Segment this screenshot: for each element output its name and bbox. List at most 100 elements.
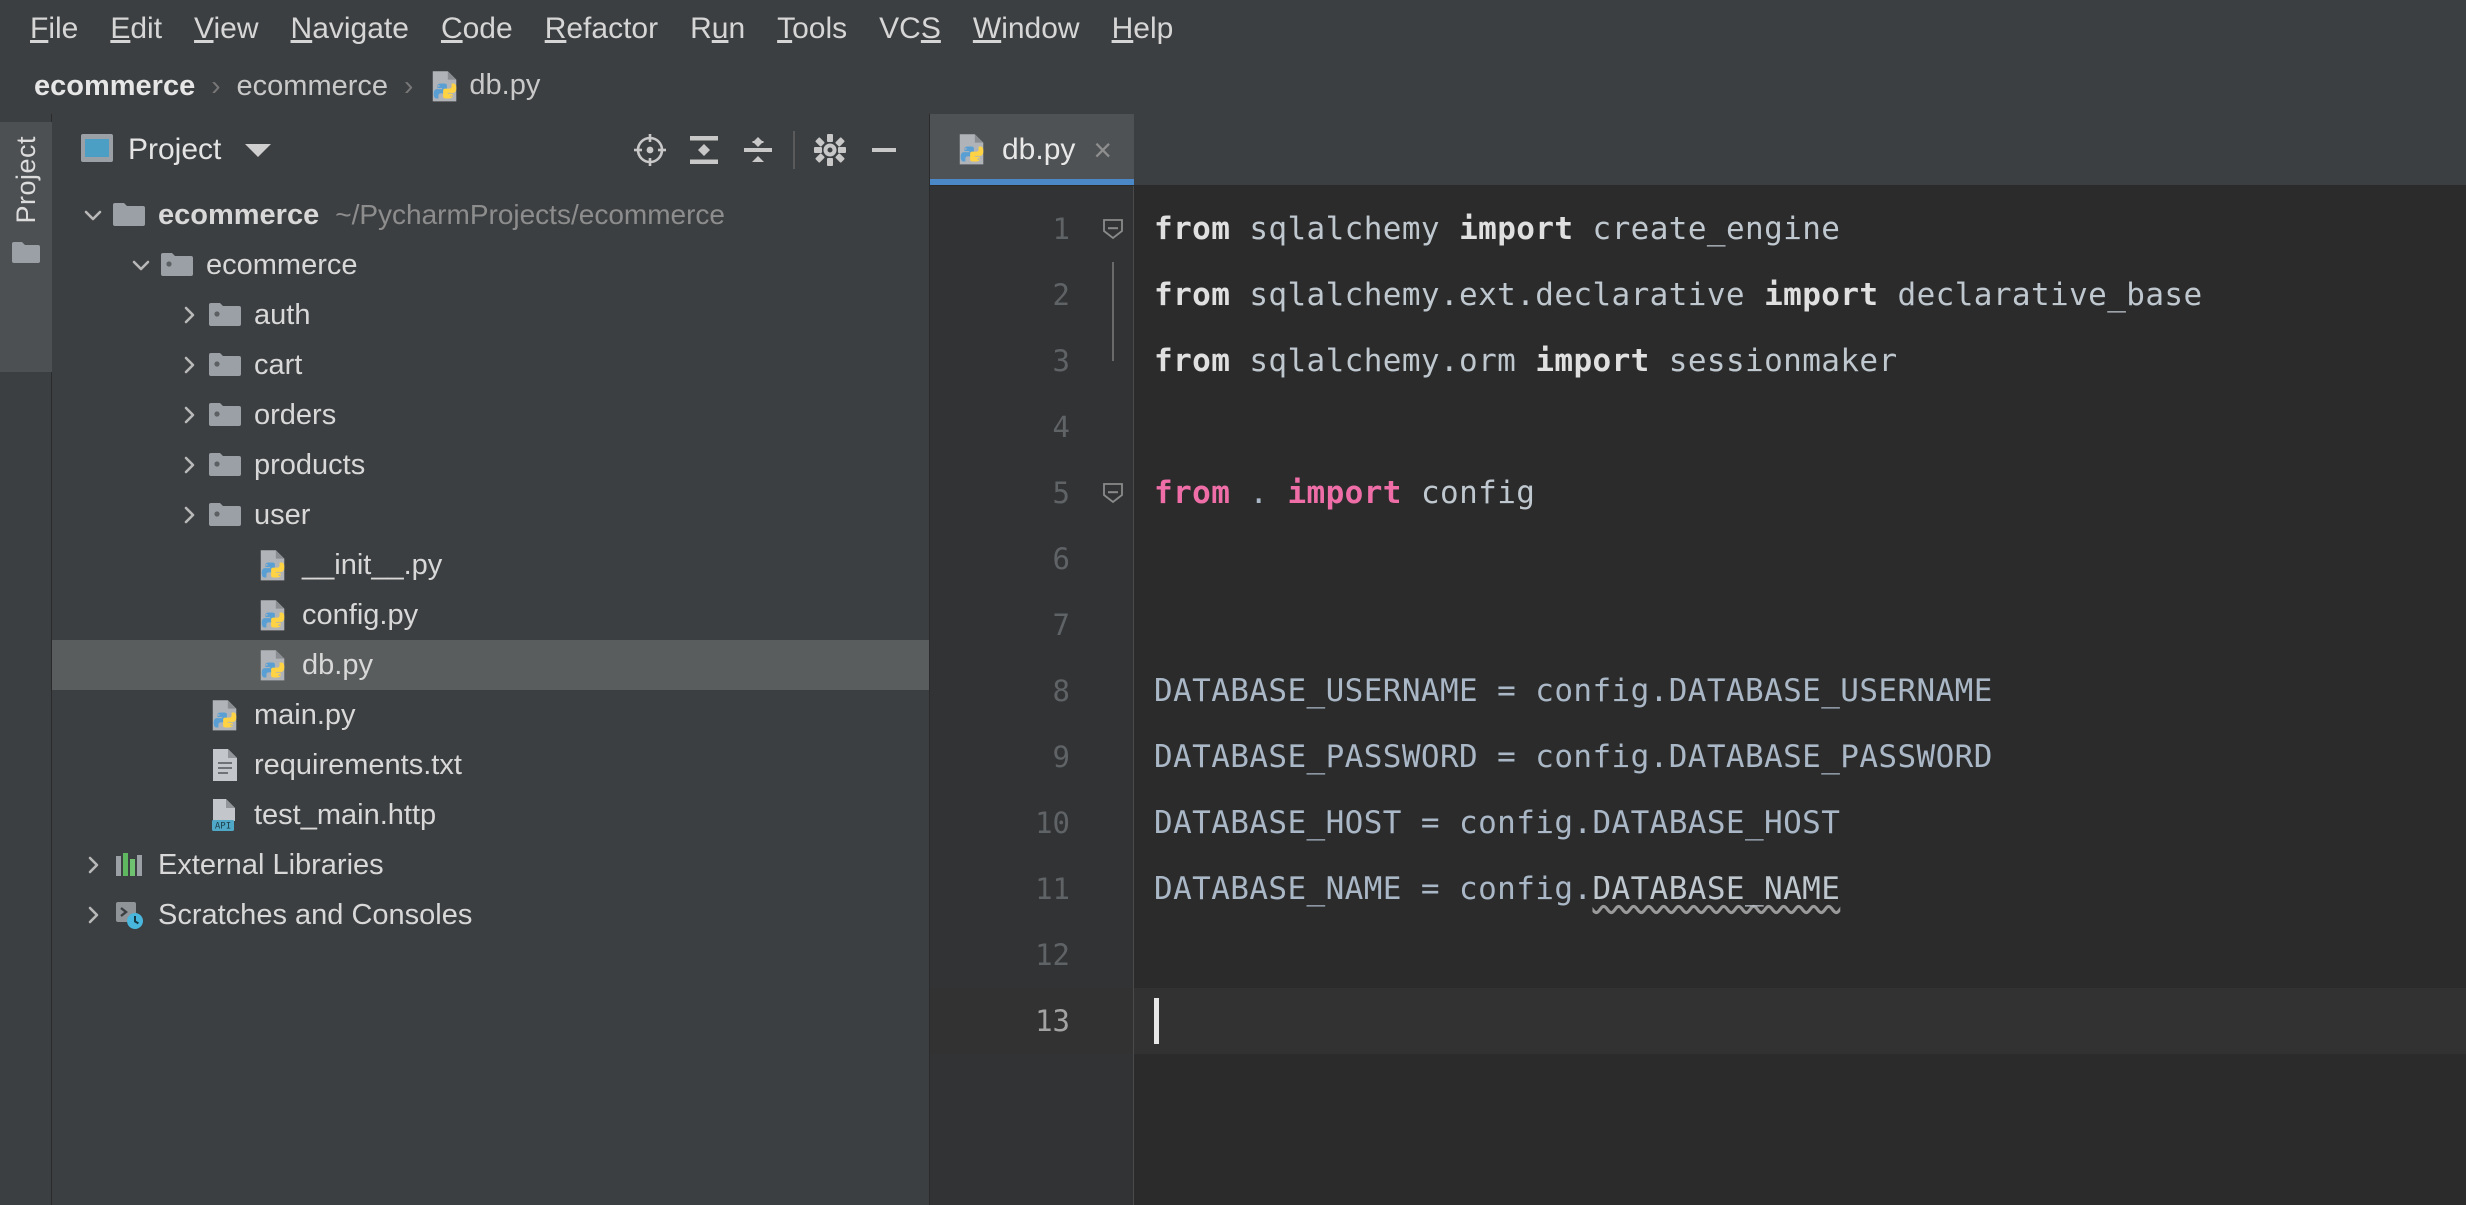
line-number[interactable]: 2 <box>1053 262 1070 328</box>
tree-item-orders[interactable]: orders <box>52 390 929 440</box>
menu-item-vcs[interactable]: VCS <box>863 10 957 48</box>
chevron-down-icon[interactable] <box>76 202 110 228</box>
chevron-down-icon[interactable] <box>124 252 158 278</box>
code-line-3[interactable]: from sqlalchemy.orm import sessionmaker <box>1154 328 1898 394</box>
fold-collapse-icon[interactable] <box>1100 196 1126 262</box>
menu-item-edit[interactable]: Edit <box>94 10 178 48</box>
code-line-5[interactable]: from . import config <box>1154 460 1535 526</box>
line-number[interactable]: 13 <box>1035 988 1070 1054</box>
breadcrumb-item-ecommerce[interactable]: ecommerce <box>34 70 195 103</box>
module-folder-icon <box>206 301 244 329</box>
scratches-icon <box>110 900 148 930</box>
tree-item-config-py[interactable]: config.py <box>52 590 929 640</box>
breadcrumb-item-db-py[interactable]: db.py <box>429 69 540 104</box>
code-editor[interactable]: 1 2 3 4 5 6 7 8 9 10 11 12 13 from sqlalchemy import… <box>930 186 2466 1205</box>
tree-item-label: test_main.http <box>254 798 437 831</box>
menu-item-file[interactable]: File <box>14 10 94 48</box>
menu-item-run[interactable]: Run <box>674 10 761 48</box>
fold-strip-line <box>1094 658 1133 724</box>
line-number[interactable]: 3 <box>1053 328 1070 394</box>
code-line-2[interactable]: from sqlalchemy.ext.declarative import d… <box>1154 262 2203 328</box>
code-line-8[interactable]: DATABASE_USERNAME = config.DATABASE_USER… <box>1154 658 1993 724</box>
chevron-right-icon[interactable] <box>172 352 206 378</box>
breadcrumb-item-ecommerce[interactable]: ecommerce <box>237 70 389 103</box>
line-number[interactable]: 11 <box>1035 856 1070 922</box>
menu-item-refactor[interactable]: Refactor <box>529 10 674 48</box>
folder-icon <box>110 201 148 229</box>
line-number[interactable]: 7 <box>1053 592 1070 658</box>
code-token: import <box>1459 211 1574 247</box>
menu-item-code[interactable]: Code <box>425 10 529 48</box>
chevron-right-icon[interactable] <box>172 302 206 328</box>
code-line-1[interactable]: from sqlalchemy import create_engine <box>1154 196 1840 262</box>
tree-item-label: cart <box>254 348 303 381</box>
line-number[interactable]: 6 <box>1053 526 1070 592</box>
chevron-right-icon[interactable] <box>76 902 110 928</box>
fold-strip-line <box>1094 856 1133 922</box>
tree-item-external-libraries[interactable]: External Libraries <box>52 840 929 890</box>
tree-item-scratches-and-consoles[interactable]: Scratches and Consoles <box>52 890 929 940</box>
code-line-background <box>1134 988 2466 1054</box>
fold-strip-line <box>1094 988 1133 1054</box>
tree-item-products[interactable]: products <box>52 440 929 490</box>
tree-item-ecommerce[interactable]: ecommerce ~/PycharmProjects/ecommerce <box>52 190 929 240</box>
fold-strip-line <box>1094 790 1133 856</box>
code-token: sqlalchemy <box>1249 211 1440 247</box>
line-number[interactable]: 9 <box>1053 724 1070 790</box>
tree-item---init---py[interactable]: __init__.py <box>52 540 929 590</box>
line-number-gutter[interactable]: 1 2 3 4 5 6 7 8 9 10 11 12 13 <box>930 186 1094 1205</box>
line-number[interactable]: 12 <box>1035 922 1070 988</box>
line-number[interactable]: 4 <box>1053 394 1070 460</box>
line-number[interactable]: 1 <box>1053 196 1070 262</box>
tree-item-label: products <box>254 448 366 481</box>
code-token: DATABASE_PASSWORD = config.DATABASE_PASS… <box>1154 739 1993 775</box>
collapse-all-icon[interactable] <box>731 123 785 177</box>
code-text-area[interactable]: from sqlalchemy import create_engine from… <box>1134 186 2466 1205</box>
project-file-tree[interactable]: ecommerce ~/PycharmProjects/ecommerce ecom… <box>52 186 929 1205</box>
tree-item-ecommerce[interactable]: ecommerce <box>52 240 929 290</box>
chevron-right-icon[interactable] <box>172 402 206 428</box>
editor-tab-db-py[interactable]: db.py × <box>930 114 1135 185</box>
tree-item-label: External Libraries <box>158 848 384 881</box>
chevron-right-icon[interactable] <box>76 852 110 878</box>
code-folding-strip[interactable] <box>1094 186 1134 1205</box>
select-opened-file-icon[interactable] <box>623 123 677 177</box>
menu-item-help[interactable]: Help <box>1096 10 1190 48</box>
fold-collapse-icon[interactable] <box>1100 460 1126 526</box>
tree-item-main-py[interactable]: main.py <box>52 690 929 740</box>
tree-item-auth[interactable]: auth <box>52 290 929 340</box>
tree-item-db-py[interactable]: db.py <box>52 640 929 690</box>
fold-strip-line <box>1094 526 1133 592</box>
line-number[interactable]: 10 <box>1035 790 1070 856</box>
chevron-down-icon[interactable] <box>245 143 272 157</box>
expand-all-icon[interactable] <box>677 123 731 177</box>
code-token: from <box>1154 277 1231 313</box>
tree-item-requirements-txt[interactable]: requirements.txt <box>52 740 929 790</box>
code-line-9[interactable]: DATABASE_PASSWORD = config.DATABASE_PASS… <box>1154 724 1993 790</box>
breadcrumb-label: db.py <box>469 69 541 102</box>
menu-item-navigate[interactable]: Navigate <box>275 10 425 48</box>
code-token: DATABASE_NAME = config. <box>1154 871 1593 907</box>
line-number[interactable]: 5 <box>1053 460 1070 526</box>
hide-panel-icon[interactable] <box>857 123 911 177</box>
stripe-button-project[interactable]: Project <box>0 122 52 372</box>
fold-strip-line <box>1094 394 1133 460</box>
tree-item-cart[interactable]: cart <box>52 340 929 390</box>
settings-gear-icon[interactable] <box>803 123 857 177</box>
code-line-background <box>1134 526 2466 592</box>
project-view-icon <box>80 133 114 168</box>
menu-item-tools[interactable]: Tools <box>761 10 863 48</box>
chevron-right-icon[interactable] <box>172 452 206 478</box>
code-line-11[interactable]: DATABASE_NAME = config.DATABASE_NAME <box>1154 856 1840 922</box>
code-line-10[interactable]: DATABASE_HOST = config.DATABASE_HOST <box>1154 790 1840 856</box>
close-icon[interactable]: × <box>1093 134 1112 166</box>
line-number[interactable]: 8 <box>1053 658 1070 724</box>
tree-item-user[interactable]: user <box>52 490 929 540</box>
tree-item-label: auth <box>254 298 311 331</box>
tree-item-test-main-http[interactable]: API test_main.http <box>52 790 929 840</box>
menu-item-window[interactable]: Window <box>957 10 1096 48</box>
menu-item-view[interactable]: View <box>178 10 274 48</box>
chevron-right-icon[interactable] <box>172 502 206 528</box>
